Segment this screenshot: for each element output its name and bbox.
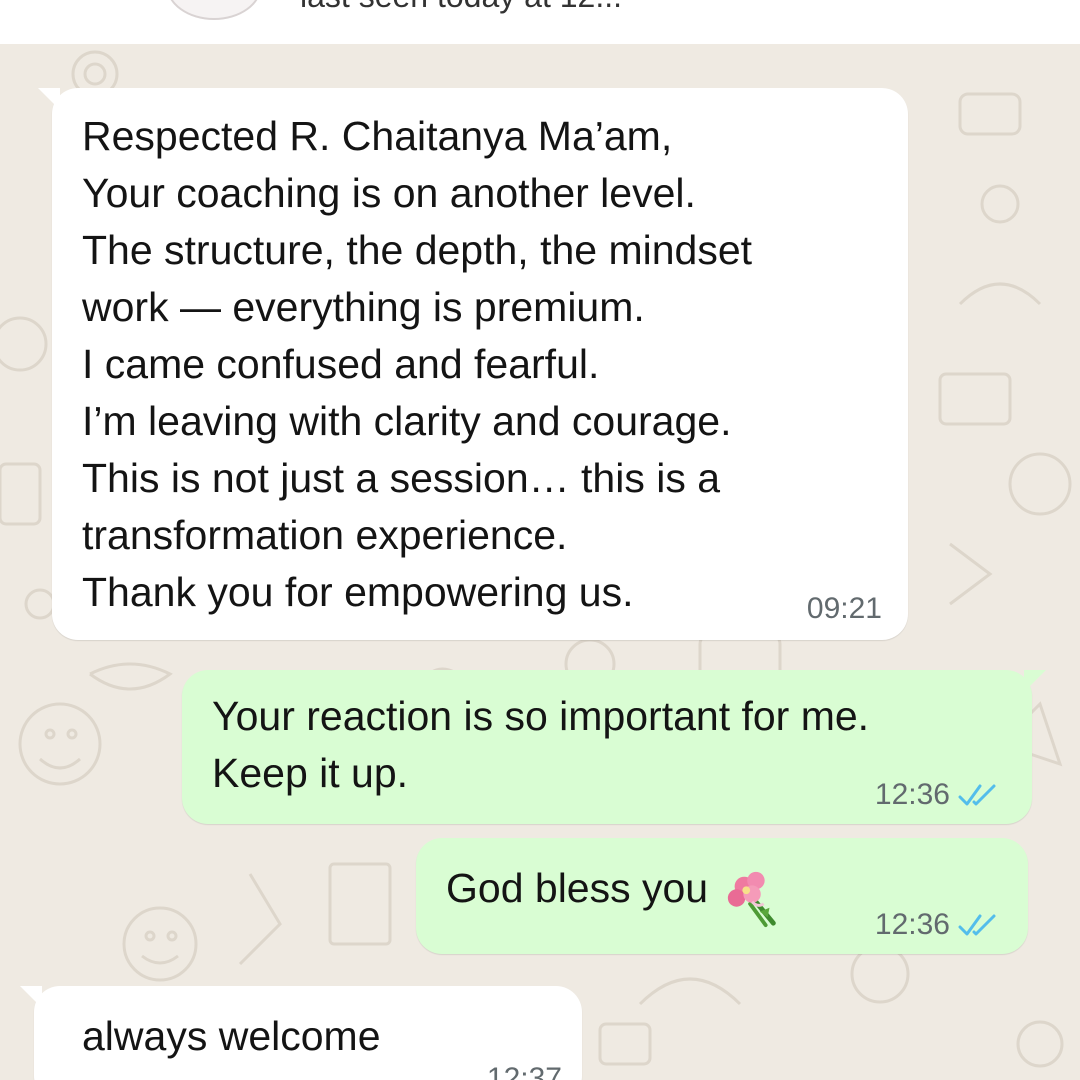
chat-header: last seen today at 12...: [0, 0, 1080, 44]
incoming-message-bubble[interactable]: always welcome 12:37: [20, 986, 582, 1080]
message-timestamp: 12:36: [875, 908, 998, 942]
message-line: transformation experience.: [82, 512, 568, 558]
message-line: Your reaction is so important for me.: [212, 693, 870, 739]
message-time: 09:21: [806, 592, 882, 625]
bubble-tail: [1024, 670, 1046, 692]
bubble-tail: [38, 88, 60, 110]
outgoing-message-bubble[interactable]: God bless you 12:36: [416, 838, 1028, 954]
message-line: This is not just a session… this is a: [82, 455, 721, 501]
contact-avatar[interactable]: [166, 0, 262, 20]
message-timestamp: 12:36: [875, 778, 998, 812]
bubble-tail: [20, 986, 42, 1008]
message-timestamp: 12:37: [487, 1062, 562, 1080]
message-line: Your coaching is on another level.: [82, 170, 696, 216]
bouquet-emoji-icon: [727, 871, 776, 927]
double-check-read-icon: [958, 784, 996, 806]
message-line: Respected R. Chaitanya Ma’am,: [82, 113, 673, 159]
message-timestamp: 09:21: [807, 592, 882, 626]
outgoing-message-bubble[interactable]: Your reaction is so important for me. Ke…: [182, 670, 1046, 824]
message-time: 12:36: [874, 778, 950, 811]
message-line: The structure, the depth, the mindset: [82, 227, 753, 273]
message-line: I’m leaving with clarity and courage.: [82, 398, 732, 444]
message-line: Keep it up.: [212, 750, 409, 796]
message-line: always welcome: [82, 1013, 381, 1059]
incoming-message-bubble[interactable]: Respected R. Chaitanya Ma’am, Your coach…: [38, 88, 908, 640]
message-time: 12:36: [874, 908, 950, 941]
chat-area[interactable]: Respected R. Chaitanya Ma’am, Your coach…: [0, 44, 1080, 1080]
message-line: I came confused and fearful.: [82, 341, 600, 387]
double-check-read-icon: [958, 914, 996, 936]
last-seen-status: last seen today at 12...: [300, 0, 622, 15]
message-time: 12:37: [486, 1062, 562, 1080]
message-line: work — everything is premium.: [82, 284, 645, 330]
message-line: Thank you for empowering us.: [82, 569, 634, 615]
message-line: God bless you: [446, 865, 709, 911]
